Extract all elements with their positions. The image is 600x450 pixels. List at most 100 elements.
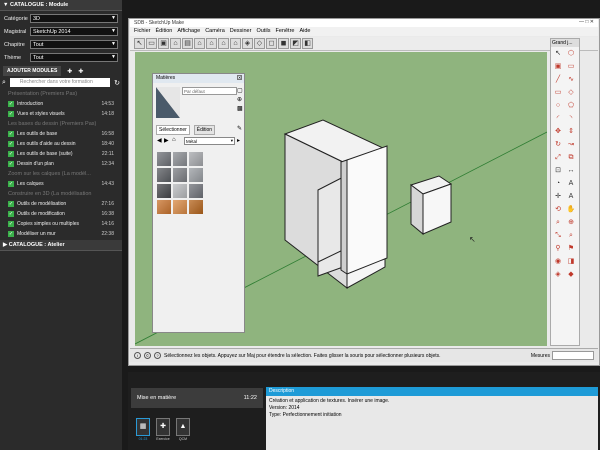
pan-icon[interactable]: ✋ — [565, 204, 577, 216]
shaded-icon[interactable]: ◼ — [278, 38, 289, 49]
zoom-extents-icon[interactable]: ⤡ — [552, 230, 564, 242]
checkbox-checked-icon[interactable]: ✓ — [8, 101, 14, 107]
shaded-textures-icon[interactable]: ◩ — [290, 38, 301, 49]
measurements-input[interactable] — [552, 351, 594, 360]
details-icon[interactable]: ▸ — [237, 137, 240, 144]
close-icon[interactable]: ✕ — [237, 75, 242, 80]
iso-view-icon[interactable]: ⌂ — [170, 38, 181, 49]
material-swatch[interactable] — [189, 200, 203, 214]
tab-select[interactable]: Sélectionner — [156, 125, 190, 135]
circle-icon[interactable]: ○ — [552, 100, 564, 112]
zoom-window-icon[interactable]: ⊕ — [565, 217, 577, 229]
eraser-tool-icon[interactable]: ▭ — [565, 61, 577, 73]
material-swatch[interactable] — [173, 152, 187, 166]
module-item[interactable]: ✓ Vues et styles visuels 14:18 — [0, 109, 122, 119]
previous-view-icon[interactable]: ⌕ — [565, 230, 577, 242]
catalogue-module-header[interactable]: ▼ CATALOGUE : Module — [0, 0, 122, 11]
material-name-field[interactable]: Par défaut — [182, 87, 237, 95]
rotated-rect-icon[interactable]: ◇ — [565, 87, 577, 99]
rectangle-icon[interactable]: ▭ — [552, 87, 564, 99]
follow-me-icon[interactable]: ↝ — [565, 139, 577, 151]
credits-icon[interactable]: © — [144, 352, 151, 359]
geo-location-icon[interactable]: i — [134, 352, 141, 359]
3d-text-icon[interactable]: A — [565, 191, 577, 203]
checkbox-checked-icon[interactable]: ✓ — [8, 111, 14, 117]
eraser-icon[interactable]: ▭ — [146, 38, 157, 49]
menu-item[interactable]: Édition — [156, 28, 173, 35]
wireframe-icon[interactable]: ◇ — [254, 38, 265, 49]
checkbox-checked-icon[interactable]: ✓ — [8, 211, 14, 217]
menu-item[interactable]: Dessiner — [230, 28, 252, 35]
materials-titlebar[interactable]: Matières ✕ — [153, 74, 244, 83]
section-fill-icon[interactable]: ◆ — [565, 269, 577, 281]
freehand-icon[interactable]: ∿ — [565, 74, 577, 86]
module-item[interactable]: ✓ Dessin d'un plan 12:34 — [0, 159, 122, 169]
material-swatch[interactable] — [173, 200, 187, 214]
arc2-icon[interactable]: ◝ — [565, 113, 577, 125]
polygon-icon[interactable]: ⬠ — [565, 100, 577, 112]
current-lesson[interactable]: Mise en matière 11:22 — [131, 388, 263, 408]
module-item[interactable]: ✓ Les outils de base (suite) 22:11 — [0, 149, 122, 159]
front-view-icon[interactable]: ⌂ — [194, 38, 205, 49]
select-icon[interactable]: ↖ — [552, 48, 564, 60]
position-camera-icon[interactable]: ⚲ — [552, 243, 564, 255]
material-swatch[interactable] — [189, 168, 203, 182]
material-swatch[interactable] — [173, 168, 187, 182]
refresh-icon[interactable]: ↻ — [114, 79, 120, 87]
search-input[interactable]: Rechercher dans votre formation — [9, 78, 111, 87]
sample-paint-icon[interactable]: ✎ — [237, 125, 242, 132]
menu-item[interactable]: Fenêtre — [276, 28, 295, 35]
module-item[interactable]: ✓ Les calques 14:43 — [0, 179, 122, 189]
add-icon[interactable]: ✚ — [67, 68, 72, 75]
default-paint-icon[interactable]: ▩ — [237, 105, 243, 112]
filter-select[interactable]: SketchUp 2014 ▼ — [30, 27, 118, 36]
protractor-icon[interactable]: ◔ — [552, 178, 564, 190]
menu-item[interactable]: Aide — [299, 28, 310, 35]
menu-item[interactable]: Fichier — [134, 28, 151, 35]
monochrome-icon[interactable]: ◧ — [302, 38, 313, 49]
menu-item[interactable]: Affichage — [177, 28, 200, 35]
menu-item[interactable]: Caméra — [205, 28, 225, 35]
material-swatch[interactable] — [189, 152, 203, 166]
exercise-tile[interactable]: ✚ Exercice — [156, 418, 170, 441]
module-item[interactable]: ✓ Copies simples ou multiples 14:16 — [0, 219, 122, 229]
checkbox-checked-icon[interactable]: ✓ — [8, 151, 14, 157]
paint-icon[interactable]: ▣ — [552, 61, 564, 73]
checkbox-checked-icon[interactable]: ✓ — [8, 141, 14, 147]
scale-icon[interactable]: ⤢ — [552, 152, 564, 164]
video-tile[interactable]: ▦ 01:23 — [136, 418, 150, 441]
move-icon[interactable]: ✥ — [552, 126, 564, 138]
axes-icon[interactable]: ✛ — [552, 191, 564, 203]
orbit-icon[interactable]: ⟲ — [552, 204, 564, 216]
window-controls[interactable]: — □ ✕ — [579, 19, 594, 25]
section-plane-icon[interactable]: ◨ — [565, 256, 577, 268]
material-swatch[interactable] — [157, 200, 171, 214]
top-view-icon[interactable]: ▤ — [182, 38, 193, 49]
add-all-icon[interactable]: ✚ — [78, 68, 83, 75]
module-item[interactable]: ✓ Outils de modélisation 27:16 — [0, 199, 122, 209]
checkbox-checked-icon[interactable]: ✓ — [8, 161, 14, 167]
catalogue-atelier-header[interactable]: ▶ CATALOGUE : Atelier — [0, 240, 122, 251]
material-swatch[interactable] — [173, 184, 187, 198]
offset-icon[interactable]: ⧉ — [565, 152, 577, 164]
section-display-icon[interactable]: ◈ — [552, 269, 564, 281]
display-secondary-icon[interactable]: ▢ — [237, 87, 243, 94]
look-around-icon[interactable]: ◉ — [552, 256, 564, 268]
material-swatch[interactable] — [157, 168, 171, 182]
material-swatch[interactable] — [157, 184, 171, 198]
select-tool-icon[interactable]: ↖ — [134, 38, 145, 49]
component-icon[interactable]: ⬡ — [565, 48, 577, 60]
material-swatch[interactable] — [157, 152, 171, 166]
back-arrow-icon[interactable]: ◀ — [157, 137, 162, 144]
zoom-icon[interactable]: ⌕ — [552, 217, 564, 229]
filter-select[interactable]: 3D ▼ — [30, 14, 118, 23]
xray-icon[interactable]: ◈ — [242, 38, 253, 49]
hidden-line-icon[interactable]: ◻ — [266, 38, 277, 49]
home-icon[interactable]: ⌂ — [172, 137, 176, 143]
module-item[interactable]: ✓ Les outils de base 16:58 — [0, 129, 122, 139]
quiz-tile[interactable]: ▲ QCM — [176, 418, 190, 441]
module-item[interactable]: ✓ Les outils d'aide au dessin 18:40 — [0, 139, 122, 149]
menu-item[interactable]: Outils — [256, 28, 270, 35]
walk-icon[interactable]: ⚑ — [565, 243, 577, 255]
module-item[interactable]: ✓ Introduction 14:53 — [0, 99, 122, 109]
